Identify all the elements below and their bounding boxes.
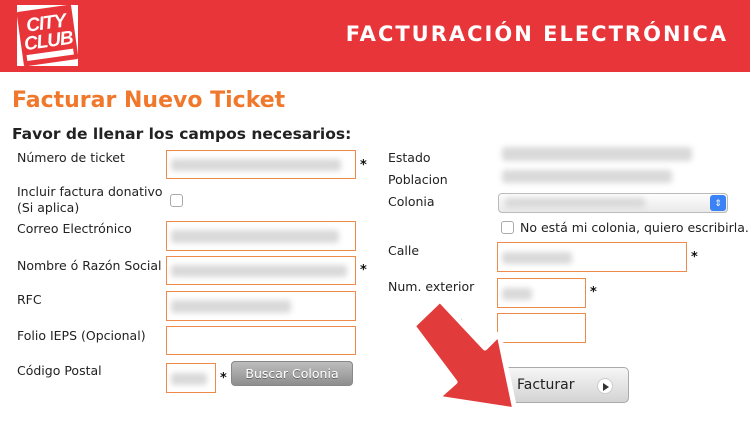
required-mark: * [220, 371, 227, 386]
required-mark: * [691, 250, 698, 265]
chevron-up-down-icon: ⇕ [710, 195, 726, 211]
play-icon [597, 378, 613, 394]
label-folio-ieps: Folio IEPS (Opcional) [17, 328, 146, 343]
blurred-value [171, 373, 207, 385]
estado-value [502, 147, 692, 161]
page-title: Facturar Nuevo Ticket [12, 88, 286, 113]
label-ticket-number: Número de ticket [17, 150, 125, 165]
form-subtitle: Favor de llenar los campos necesarios: [12, 125, 352, 143]
label-estado: Estado [388, 150, 431, 165]
buscar-colonia-button[interactable]: Buscar Colonia [231, 361, 353, 386]
blurred-value [502, 252, 572, 264]
label-name: Nombre ó Razón Social [17, 258, 162, 273]
label-poblacion: Poblacion [388, 172, 448, 187]
ticket-number-input[interactable] [166, 150, 356, 179]
email-input[interactable] [166, 221, 356, 251]
rfc-input[interactable] [166, 291, 356, 321]
header-title: FACTURACIÓN ELECTRÓNICA [345, 22, 728, 46]
postal-code-input[interactable] [166, 363, 216, 393]
blurred-value [505, 198, 645, 208]
required-mark: * [360, 158, 367, 173]
header-bar: CITY CLUB FACTURACIÓN ELECTRÓNICA [0, 0, 750, 72]
poblacion-value [502, 170, 672, 183]
name-input[interactable] [166, 256, 356, 285]
label-calle: Calle [388, 243, 420, 258]
colonia-not-found-checkbox[interactable] [501, 221, 514, 234]
label-postal-code: Código Postal [17, 363, 102, 378]
label-email: Correo Electrónico [17, 221, 132, 236]
label-donativo: Incluir factura donativo [17, 184, 163, 199]
logo-badge: CITY CLUB [16, 4, 79, 67]
colonia-not-found-label: No está mi colonia, quiero escribirla. [520, 220, 749, 235]
required-mark: * [590, 285, 597, 300]
calle-input[interactable] [497, 242, 687, 272]
blurred-value [171, 159, 341, 171]
folio-ieps-input[interactable] [166, 326, 356, 355]
label-donativo-sub: (Si aplica) [17, 200, 80, 215]
required-mark: * [360, 263, 367, 278]
colonia-select[interactable]: ⇕ [498, 193, 728, 213]
label-rfc: RFC [17, 292, 42, 307]
red-arrow-icon [410, 297, 518, 413]
city-club-logo[interactable]: CITY CLUB [16, 4, 79, 67]
label-colonia: Colonia [388, 194, 435, 209]
blurred-value [171, 230, 339, 243]
blurred-value [171, 265, 347, 277]
donativo-checkbox[interactable] [170, 194, 183, 207]
blurred-value [171, 300, 291, 313]
